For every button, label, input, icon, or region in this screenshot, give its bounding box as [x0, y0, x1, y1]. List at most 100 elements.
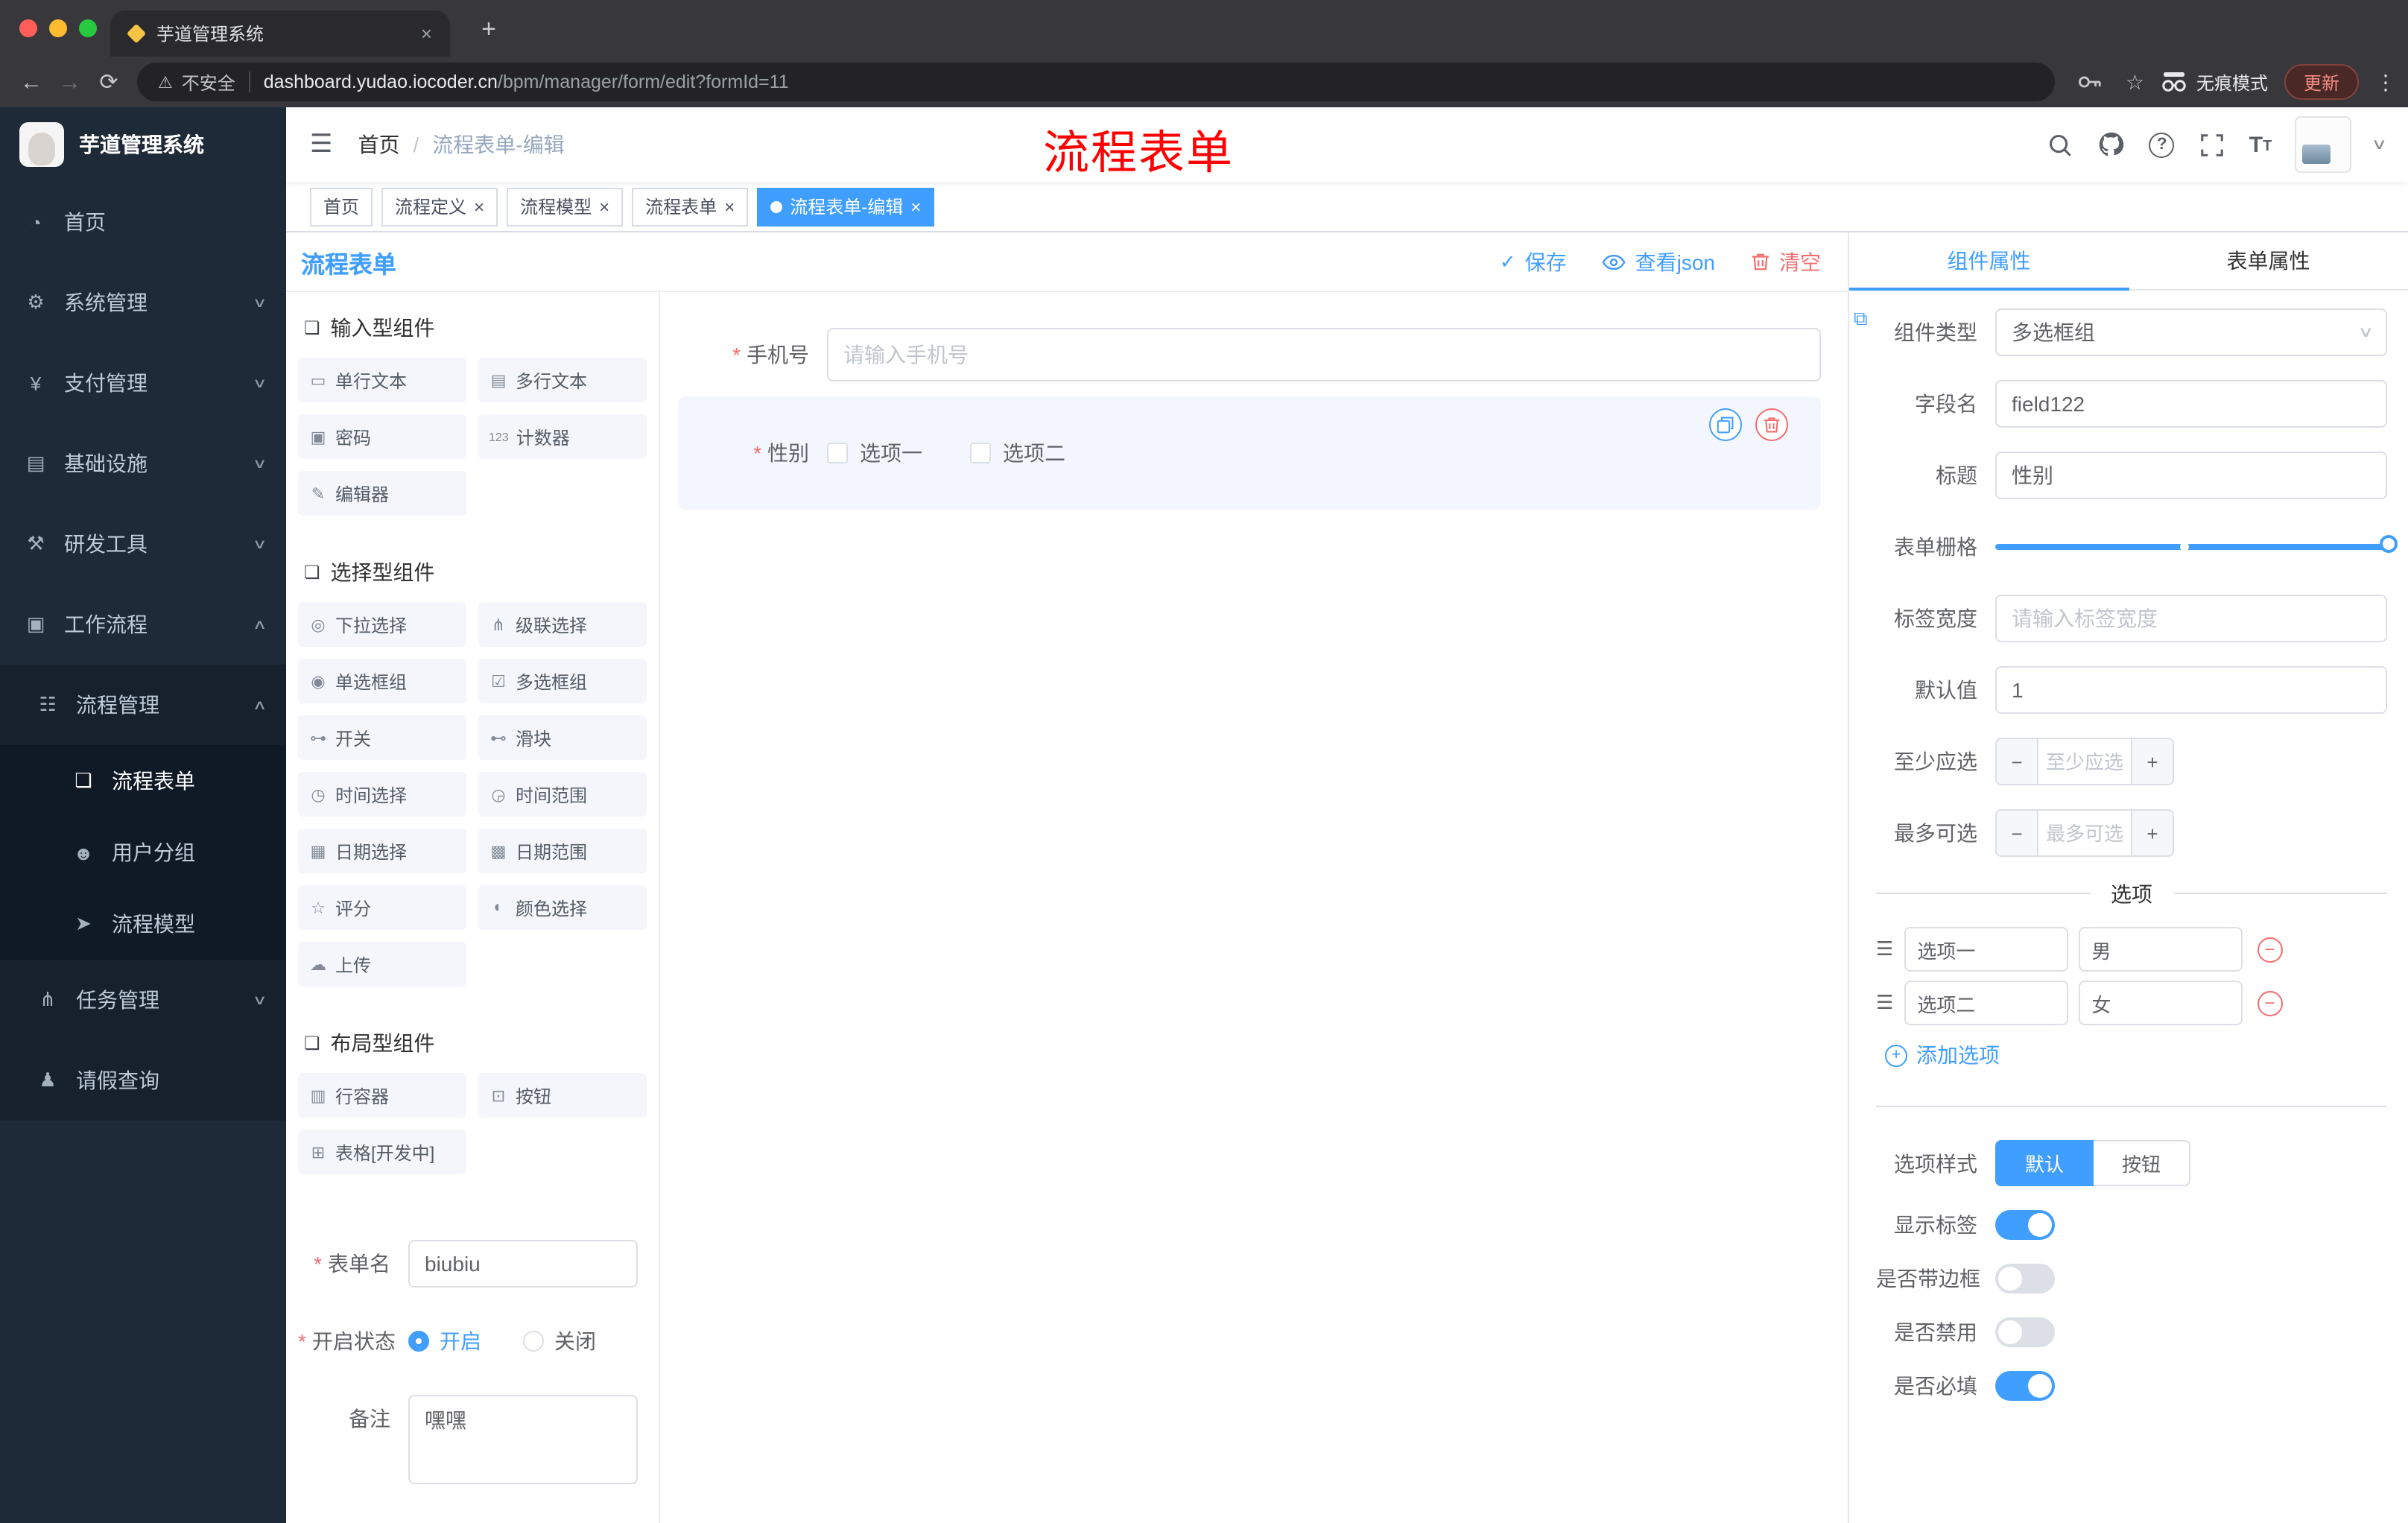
- sidebar-item-task-management[interactable]: ⋔ 任务管理 ∨: [0, 960, 286, 1040]
- show-label-toggle[interactable]: [1995, 1210, 2055, 1240]
- option1-value-input[interactable]: [2078, 927, 2243, 972]
- max-select-input[interactable]: [2038, 811, 2131, 855]
- password-key-icon[interactable]: [2070, 63, 2109, 101]
- field-name-input[interactable]: [1995, 380, 2387, 428]
- tag-process-form-edit[interactable]: 流程表单-编辑 ×: [757, 187, 935, 226]
- component-type-select[interactable]: 多选框组 ∨: [1995, 308, 2387, 356]
- browser-menu-icon[interactable]: ⋮: [2375, 69, 2396, 95]
- tab-form-props[interactable]: 表单属性: [2129, 232, 2408, 289]
- copy-item-button[interactable]: [1709, 408, 1742, 441]
- label-width-input[interactable]: [1995, 595, 2387, 642]
- tab-component-props[interactable]: 组件属性: [1849, 232, 2129, 291]
- address-bar[interactable]: ⚠ 不安全 dashboard.yudao.iocoder.cn /bpm/ma…: [137, 63, 2056, 101]
- tag-close-icon[interactable]: ×: [724, 197, 735, 215]
- chip-password[interactable]: ▣ 密码: [298, 414, 466, 459]
- view-json-button[interactable]: 查看json: [1602, 247, 1715, 276]
- delete-item-button[interactable]: [1755, 408, 1788, 441]
- fullscreen-icon[interactable]: [2197, 130, 2227, 159]
- new-tab-button[interactable]: +: [471, 12, 507, 48]
- option2-name-input[interactable]: [1904, 981, 2068, 1025]
- breadcrumb-home[interactable]: 首页: [358, 130, 400, 159]
- chip-switch[interactable]: ⊶ 开关: [298, 715, 466, 760]
- chip-radio-group[interactable]: ◉ 单选框组: [298, 659, 466, 703]
- title-input[interactable]: [1995, 452, 2387, 499]
- back-icon[interactable]: ←: [12, 63, 51, 101]
- minimize-window-button[interactable]: [49, 19, 67, 37]
- tag-process-definition[interactable]: 流程定义 ×: [381, 187, 498, 226]
- add-option-button[interactable]: + 添加选项: [1885, 1040, 2387, 1070]
- chip-counter[interactable]: 123 计数器: [478, 414, 647, 459]
- sidebar-item-process-model[interactable]: ➤ 流程模型: [0, 888, 286, 960]
- chip-upload[interactable]: ☁ 上传: [298, 942, 466, 987]
- option1-name-input[interactable]: [1904, 927, 2068, 972]
- remark-textarea[interactable]: 嘿嘿: [408, 1395, 638, 1484]
- selected-form-item-gender[interactable]: * 性别 选项一 选项二: [678, 396, 1821, 510]
- close-window-button[interactable]: [19, 19, 37, 37]
- chip-single-line-text[interactable]: ▭ 单行文本: [298, 358, 466, 402]
- disabled-toggle[interactable]: [1995, 1317, 2055, 1347]
- increase-button[interactable]: +: [2131, 811, 2173, 855]
- sidebar-item-leave-query[interactable]: ♟ 请假查询: [0, 1040, 286, 1121]
- sidebar-item-home[interactable]: ◔ 首页: [0, 182, 286, 262]
- form-canvas[interactable]: * 手机号 请输入手机号 * 性别 选项一 选项二: [660, 292, 1848, 1523]
- sidebar-item-devtools[interactable]: ⚒ 研发工具 ∨: [0, 504, 286, 584]
- form-name-input[interactable]: [408, 1240, 638, 1288]
- chip-slider[interactable]: ⊷ 滑块: [478, 715, 647, 760]
- remove-option-icon[interactable]: −: [2257, 990, 2283, 1016]
- tag-process-form[interactable]: 流程表单 ×: [632, 187, 749, 226]
- tag-close-icon[interactable]: ×: [910, 197, 921, 215]
- font-size-icon[interactable]: TT: [2249, 133, 2272, 156]
- security-label[interactable]: 不安全: [182, 69, 235, 95]
- user-avatar[interactable]: [2294, 116, 2351, 173]
- tag-close-icon[interactable]: ×: [474, 197, 484, 215]
- required-toggle[interactable]: [1995, 1371, 2055, 1401]
- decrease-button[interactable]: −: [1997, 811, 2038, 855]
- chip-multi-line-text[interactable]: ▤ 多行文本: [478, 358, 647, 402]
- sidebar-item-workflow[interactable]: ▣ 工作流程 ∧: [0, 584, 286, 665]
- reload-icon[interactable]: ⟳: [89, 63, 128, 101]
- chip-time-picker[interactable]: ◷ 时间选择: [298, 772, 466, 817]
- search-icon[interactable]: [2045, 130, 2075, 159]
- hamburger-icon[interactable]: ☰: [310, 130, 333, 159]
- forward-icon[interactable]: →: [51, 63, 89, 101]
- form-grid-slider[interactable]: [1995, 523, 2398, 571]
- chip-cascader[interactable]: ⋔ 级联选择: [478, 602, 647, 647]
- avatar-caret-icon[interactable]: ∨: [2371, 136, 2387, 153]
- link-icon[interactable]: ⧉: [1854, 307, 1868, 331]
- chip-row-container[interactable]: ▥ 行容器: [298, 1073, 466, 1118]
- gender-option2-checkbox[interactable]: 选项二: [970, 438, 1065, 468]
- drag-handle-icon[interactable]: ☰: [1876, 991, 1893, 1015]
- tag-home[interactable]: 首页: [310, 187, 373, 226]
- option2-value-input[interactable]: [2078, 981, 2243, 1025]
- chip-select[interactable]: ◎ 下拉选择: [298, 602, 466, 647]
- remove-option-icon[interactable]: −: [2257, 937, 2283, 962]
- save-button[interactable]: ✓ 保存: [1500, 247, 1567, 276]
- chip-color-picker[interactable]: ◐ 颜色选择: [478, 885, 647, 930]
- sidebar-item-process-management[interactable]: ☷ 流程管理 ∧: [0, 665, 286, 745]
- update-browser-button[interactable]: 更新: [2284, 64, 2359, 100]
- help-question-icon[interactable]: ?: [2149, 132, 2175, 157]
- increase-button[interactable]: +: [2131, 739, 2173, 784]
- chip-time-range[interactable]: ◶ 时间范围: [478, 772, 647, 817]
- tag-close-icon[interactable]: ×: [599, 197, 609, 215]
- decrease-button[interactable]: −: [1997, 739, 2038, 784]
- chip-editor[interactable]: ✎ 编辑器: [298, 471, 466, 516]
- chip-table[interactable]: ⊞ 表格[开发中]: [298, 1130, 466, 1174]
- tab-close-icon[interactable]: ×: [421, 22, 432, 45]
- drag-handle-icon[interactable]: ☰: [1876, 937, 1893, 961]
- border-toggle[interactable]: [1995, 1264, 2055, 1294]
- sidebar-item-user-group[interactable]: ☻ 用户分组: [0, 817, 286, 888]
- sidebar-item-process-form[interactable]: ❏ 流程表单: [0, 745, 286, 817]
- min-select-input[interactable]: [2038, 739, 2131, 784]
- default-value-input[interactable]: [1995, 666, 2387, 714]
- chip-date-range[interactable]: ▩ 日期范围: [478, 829, 647, 873]
- status-on-radio[interactable]: 开启: [408, 1317, 481, 1365]
- phone-input[interactable]: [827, 328, 1821, 381]
- zoom-window-button[interactable]: [79, 19, 97, 37]
- sidebar-item-system[interactable]: ⚙ 系统管理 ∨: [0, 262, 286, 343]
- chip-date-picker[interactable]: ▦ 日期选择: [298, 829, 466, 873]
- tag-process-model[interactable]: 流程模型 ×: [507, 187, 624, 226]
- chip-rate[interactable]: ☆ 评分: [298, 885, 466, 930]
- status-off-radio[interactable]: 关闭: [523, 1317, 596, 1365]
- chip-checkbox-group[interactable]: ☑ 多选框组: [478, 659, 647, 703]
